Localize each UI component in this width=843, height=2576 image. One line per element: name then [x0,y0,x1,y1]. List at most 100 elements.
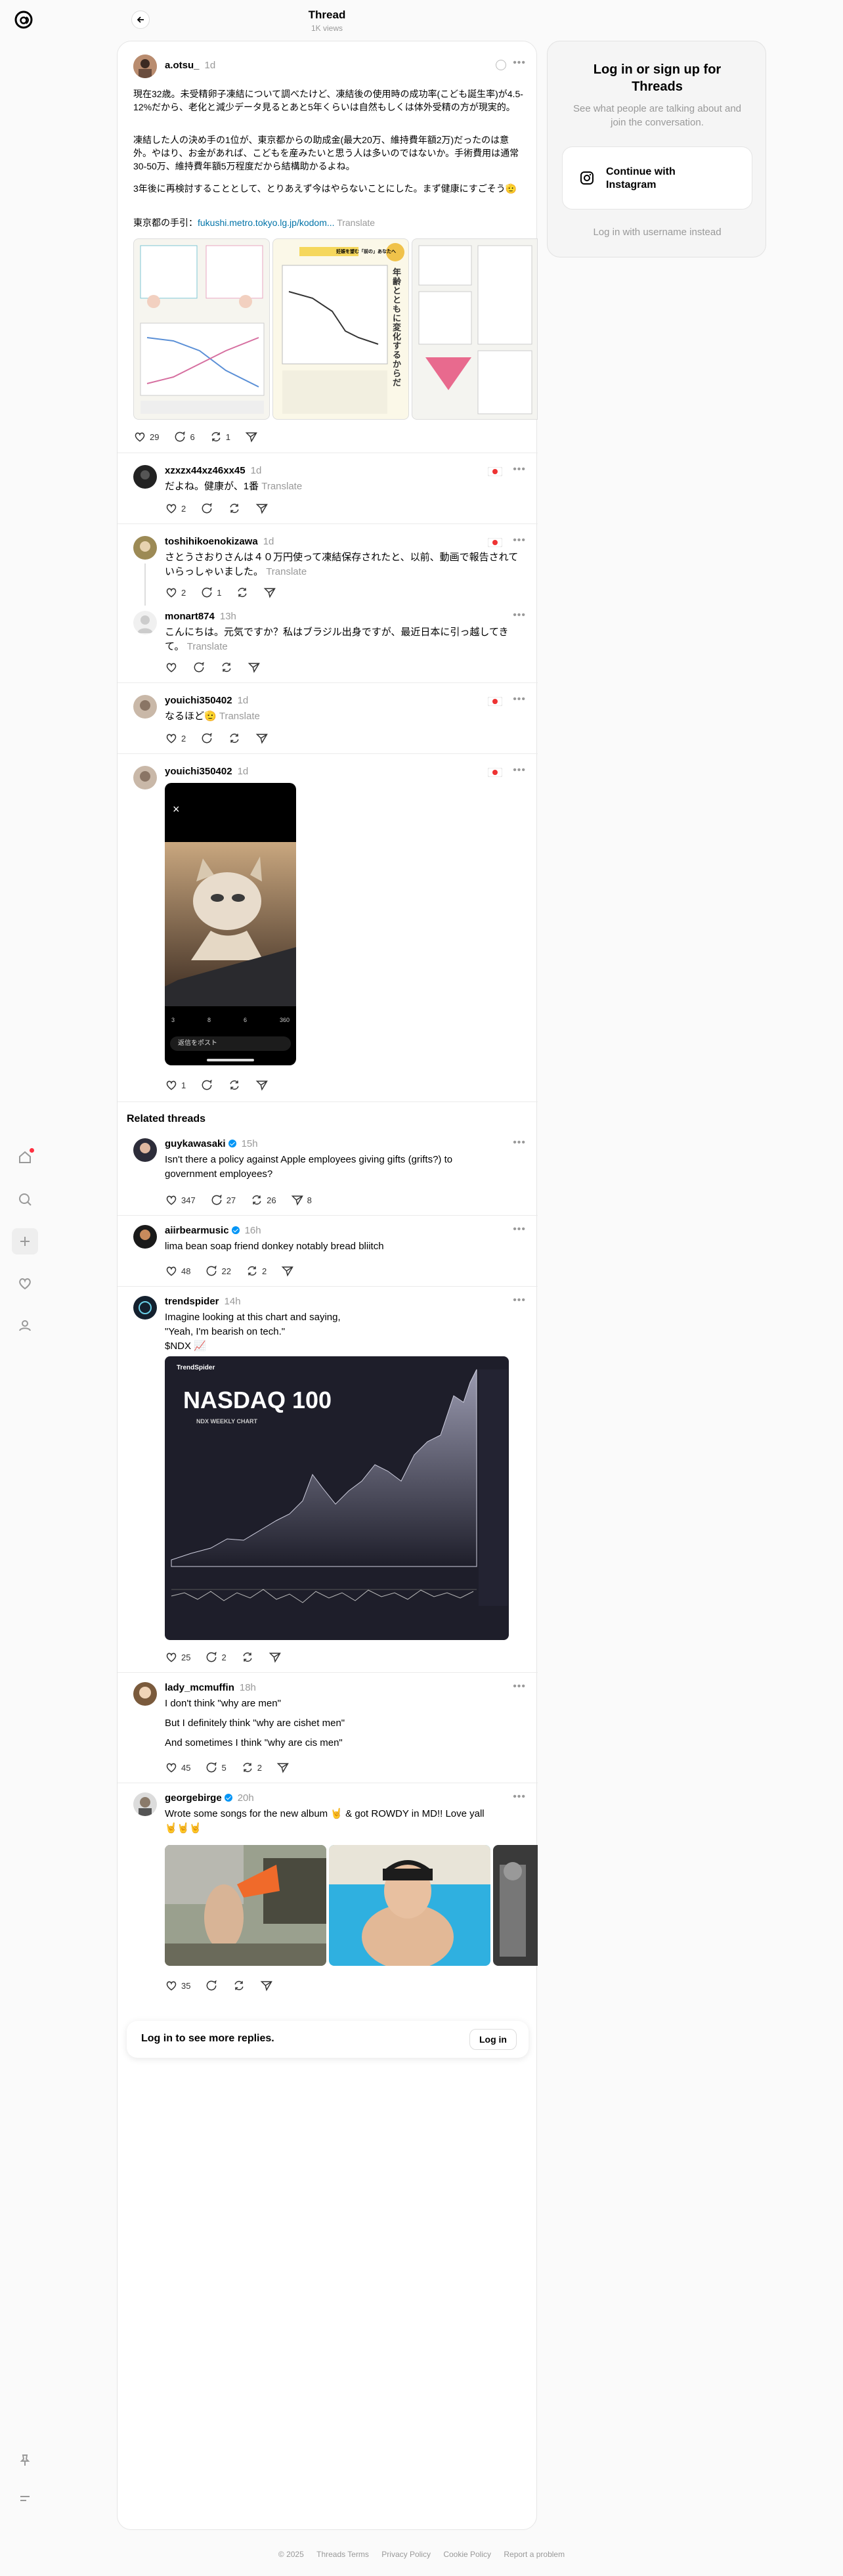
repost-button[interactable] [228,732,241,745]
repost-button[interactable]: 2 [241,1761,262,1774]
like-button[interactable]: 35 [165,1979,190,1992]
more-options-icon[interactable]: ••• [513,1224,526,1235]
username[interactable]: a.otsu_ [165,60,200,71]
reply-button[interactable]: 22 [205,1264,231,1277]
like-button[interactable]: 2 [165,502,186,515]
repost-button[interactable] [220,661,233,674]
more-options-icon[interactable]: ••• [513,464,526,476]
post-photo-2[interactable] [329,1845,490,1966]
more-options-icon[interactable]: ••• [513,765,526,776]
repost-button[interactable] [236,586,249,599]
translate-link[interactable]: Translate [266,566,307,577]
privacy-link[interactable]: Privacy Policy [381,2550,431,2559]
login-button[interactable]: Log in [469,2029,517,2050]
username[interactable]: aiirbearmusic [165,1225,229,1236]
like-button[interactable]: 29 [133,430,159,443]
share-button[interactable] [248,661,261,674]
post-author[interactable]: a.otsu_ 1d [165,60,215,71]
search-icon[interactable] [12,1186,38,1212]
profile-icon[interactable] [12,1312,38,1339]
post-image-2[interactable]: 妊娠を望む「前の」あなたへ 年齢とともに変化するからだ [272,238,409,420]
like-button[interactable]: 2 [165,732,186,745]
share-button[interactable] [245,430,258,443]
more-options-icon[interactable]: ••• [513,1791,526,1803]
share-button[interactable] [263,586,276,599]
source-link[interactable]: fukushi.metro.tokyo.lg.jp/kodom... [198,217,335,228]
post-author[interactable]: trendspider 14h [165,1296,241,1307]
avatar[interactable] [133,465,157,489]
share-button[interactable] [255,1078,269,1092]
post-photo-3[interactable] [493,1845,538,1966]
home-icon[interactable] [12,1144,38,1170]
username[interactable]: monart874 [165,611,215,622]
share-button[interactable] [255,502,269,515]
reply-author[interactable]: xzxzx44xz46xx45 1d [165,465,261,476]
username-login-link[interactable]: Log in with username instead [548,227,767,238]
reply-video[interactable]: × 3 8 6 360 返信をポスト [165,783,296,1065]
reply-button[interactable]: 5 [205,1761,227,1774]
share-button[interactable] [276,1761,290,1774]
nasdaq-chart-image[interactable]: TrendSpider NASDAQ 100 NDX WEEKLY CHART [165,1356,509,1640]
reply-author[interactable]: toshihikoenokizawa 1d [165,536,274,547]
username[interactable]: xzxzx44xz46xx45 [165,465,246,476]
reply-author[interactable]: monart874 13h [165,611,236,622]
like-button[interactable]: 25 [165,1651,190,1664]
repost-button[interactable] [241,1651,254,1664]
translate-link[interactable]: Translate [261,481,302,492]
post-image-3[interactable] [412,238,538,420]
avatar[interactable] [133,695,157,719]
repost-button[interactable] [228,502,241,515]
like-button[interactable]: 45 [165,1761,190,1774]
translate-link[interactable]: Translate [337,217,375,228]
like-button[interactable]: 347 [165,1193,196,1207]
repost-button[interactable] [228,1078,241,1092]
more-options-icon[interactable]: ••• [513,57,526,69]
post-image-1[interactable] [133,238,270,420]
share-button[interactable] [255,732,269,745]
translate-link[interactable]: Translate [219,711,260,722]
reply-author[interactable]: youichi350402 1d [165,766,248,777]
post-author[interactable]: lady_mcmuffin 18h [165,1682,256,1693]
avatar[interactable] [133,1138,157,1162]
like-button[interactable]: 48 [165,1264,190,1277]
username[interactable]: toshihikoenokizawa [165,536,258,547]
username[interactable]: georgebirge [165,1792,222,1804]
repost-button[interactable]: 1 [209,430,230,443]
reply-button[interactable] [200,1078,213,1092]
repost-button[interactable]: 2 [246,1264,267,1277]
reply-button[interactable] [200,502,213,515]
share-button[interactable] [269,1651,282,1664]
avatar[interactable] [133,1296,157,1320]
like-button[interactable] [165,661,178,674]
avatar[interactable] [133,536,157,560]
share-button[interactable] [260,1979,273,1992]
like-button[interactable]: 2 [165,586,186,599]
avatar[interactable] [133,611,157,634]
post-author[interactable]: aiirbearmusic 16h [165,1225,261,1236]
username[interactable]: youichi350402 [165,695,232,706]
more-options-icon[interactable]: ••• [513,610,526,621]
continue-with-instagram-button[interactable]: Continue with Instagram [562,146,752,210]
menu-icon[interactable] [12,2485,38,2512]
repost-button[interactable]: 26 [250,1193,276,1207]
avatar[interactable] [133,55,157,78]
reply-button[interactable]: 1 [200,586,221,599]
avatar[interactable] [133,1682,157,1706]
post-author[interactable]: guykawasaki 15h [165,1138,258,1149]
avatar[interactable] [133,1225,157,1249]
avatar[interactable] [133,766,157,789]
more-options-icon[interactable]: ••• [513,535,526,546]
username[interactable]: youichi350402 [165,766,232,777]
repost-button[interactable] [232,1979,246,1992]
post-photo-1[interactable] [165,1845,326,1966]
cookie-link[interactable]: Cookie Policy [443,2550,491,2559]
username[interactable]: lady_mcmuffin [165,1682,234,1693]
report-problem-link[interactable]: Report a problem [504,2550,565,2559]
reply-button[interactable] [205,1979,218,1992]
threads-logo-icon[interactable] [13,9,34,30]
username[interactable]: trendspider [165,1296,219,1307]
translate-link[interactable]: Translate [187,641,228,652]
reply-button[interactable]: 6 [173,430,195,443]
reply-button[interactable]: 2 [205,1651,227,1664]
reply-button[interactable] [200,732,213,745]
